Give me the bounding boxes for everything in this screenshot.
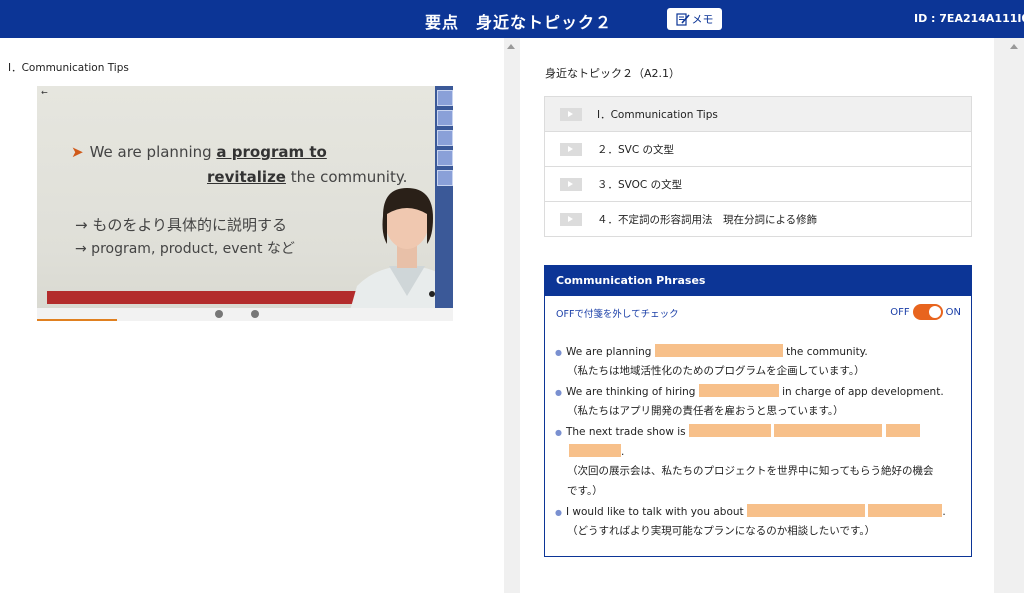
phrase-translation: （私たちはアプリ開発の責任者を雇おうと思っています。） bbox=[567, 405, 844, 417]
phrase-item: ● The next trade show is . （次回の展示会は、私たちのプ… bbox=[555, 424, 965, 504]
bullet-icon: ● bbox=[555, 508, 562, 517]
lesson-item[interactable]: ２．SVC の文型 bbox=[545, 132, 971, 167]
memo-button-label: メモ bbox=[691, 13, 714, 26]
phrases-heading: Communication Phrases bbox=[545, 266, 971, 296]
lesson-item[interactable]: ４．不定詞の形容詞用法 現在分詞による修飾 bbox=[545, 202, 971, 236]
slide-bullet-icon: ➤ bbox=[71, 143, 84, 161]
content-pane: 身近なトピック２（A2.1） Ⅰ．Communication Tips ２．SV… bbox=[520, 38, 994, 593]
sticky-note-blank[interactable] bbox=[885, 424, 920, 437]
sticky-toggle[interactable]: OFF ON bbox=[890, 304, 961, 320]
sticky-note-blank[interactable] bbox=[868, 504, 943, 517]
left-scrollbar[interactable] bbox=[504, 38, 518, 593]
current-lesson-title: Ⅰ．Communication Tips bbox=[8, 62, 129, 74]
slide-line-3: → ものをより具体的に説明する bbox=[75, 216, 288, 234]
play-icon bbox=[560, 178, 582, 191]
video-side-panel bbox=[435, 86, 453, 321]
slide-line-4: → program, product, event など bbox=[75, 241, 295, 257]
video-control-bar[interactable] bbox=[37, 308, 453, 321]
right-scrollbar[interactable] bbox=[1005, 38, 1024, 593]
sticky-note-blank[interactable] bbox=[654, 344, 783, 357]
bullet-icon: ● bbox=[555, 388, 562, 397]
communication-phrases-panel: Communication Phrases OFFで付箋を外してチェック OFF… bbox=[544, 265, 972, 557]
sticky-note-blank[interactable] bbox=[698, 384, 779, 397]
memo-button[interactable]: メモ bbox=[667, 8, 722, 30]
phrase-translation: （次回の展示会は、私たちのプロジェクトを世界中に知ってもらう絶好の機会 bbox=[567, 465, 934, 477]
sticky-note-blank[interactable] bbox=[688, 424, 771, 437]
sticky-note-blank[interactable] bbox=[747, 504, 865, 517]
toggle-on-label: ON bbox=[945, 306, 961, 318]
play-icon bbox=[560, 143, 582, 156]
phrase-item: ● I would like to talk with you about . （… bbox=[555, 504, 965, 544]
sticky-note-blank[interactable] bbox=[569, 444, 621, 457]
video-seek-bar[interactable] bbox=[37, 319, 117, 321]
toggle-off-label: OFF bbox=[890, 306, 910, 318]
bullet-icon: ● bbox=[555, 428, 562, 437]
lesson-list: Ⅰ．Communication Tips ２．SVC の文型 ３．SVOC の文… bbox=[544, 96, 972, 237]
memo-edit-icon bbox=[675, 13, 690, 26]
top-header: 要点 身近なトピック２ メモ ID : 7EA214A111I0 bbox=[0, 0, 1024, 38]
video-player[interactable]: ← ➤ We are planning a program to revitali… bbox=[37, 86, 453, 321]
forward-icon[interactable] bbox=[251, 310, 259, 318]
phrase-list: ● We are planning the community. （私たちは地域活… bbox=[555, 344, 965, 544]
content-id: ID : 7EA214A111I0 bbox=[914, 12, 1024, 25]
toggle-switch[interactable] bbox=[912, 304, 943, 320]
scroll-up-icon[interactable] bbox=[1010, 44, 1018, 49]
phrase-translation-cont: です。） bbox=[567, 485, 603, 497]
scroll-up-icon[interactable] bbox=[507, 44, 515, 49]
video-back-icon[interactable]: ← bbox=[41, 88, 48, 97]
toggle-instruction: OFFで付箋を外してチェック bbox=[556, 309, 679, 320]
rewind-icon[interactable] bbox=[215, 310, 223, 318]
sticky-note-blank[interactable] bbox=[774, 424, 883, 437]
phrase-item: ● We are thinking of hiring in charge of … bbox=[555, 384, 965, 424]
lesson-item[interactable]: ３．SVOC の文型 bbox=[545, 167, 971, 202]
lesson-item[interactable]: Ⅰ．Communication Tips bbox=[545, 97, 971, 132]
play-icon bbox=[560, 213, 582, 226]
page-title: 要点 身近なトピック２ bbox=[425, 13, 613, 32]
video-pane: Ⅰ．Communication Tips ← ➤ We are planning … bbox=[0, 38, 504, 593]
phrase-translation: （どうすればより実現可能なプランになるのか相談したいです。） bbox=[567, 525, 876, 537]
play-icon bbox=[560, 108, 582, 121]
slide-line-1: ➤ We are planning a program to bbox=[71, 143, 327, 161]
phrase-item: ● We are planning the community. （私たちは地域活… bbox=[555, 344, 965, 384]
bullet-icon: ● bbox=[555, 348, 562, 357]
course-title: 身近なトピック２（A2.1） bbox=[545, 67, 681, 80]
phrase-translation: （私たちは地域活性化のためのプログラムを企画しています。） bbox=[567, 365, 865, 377]
